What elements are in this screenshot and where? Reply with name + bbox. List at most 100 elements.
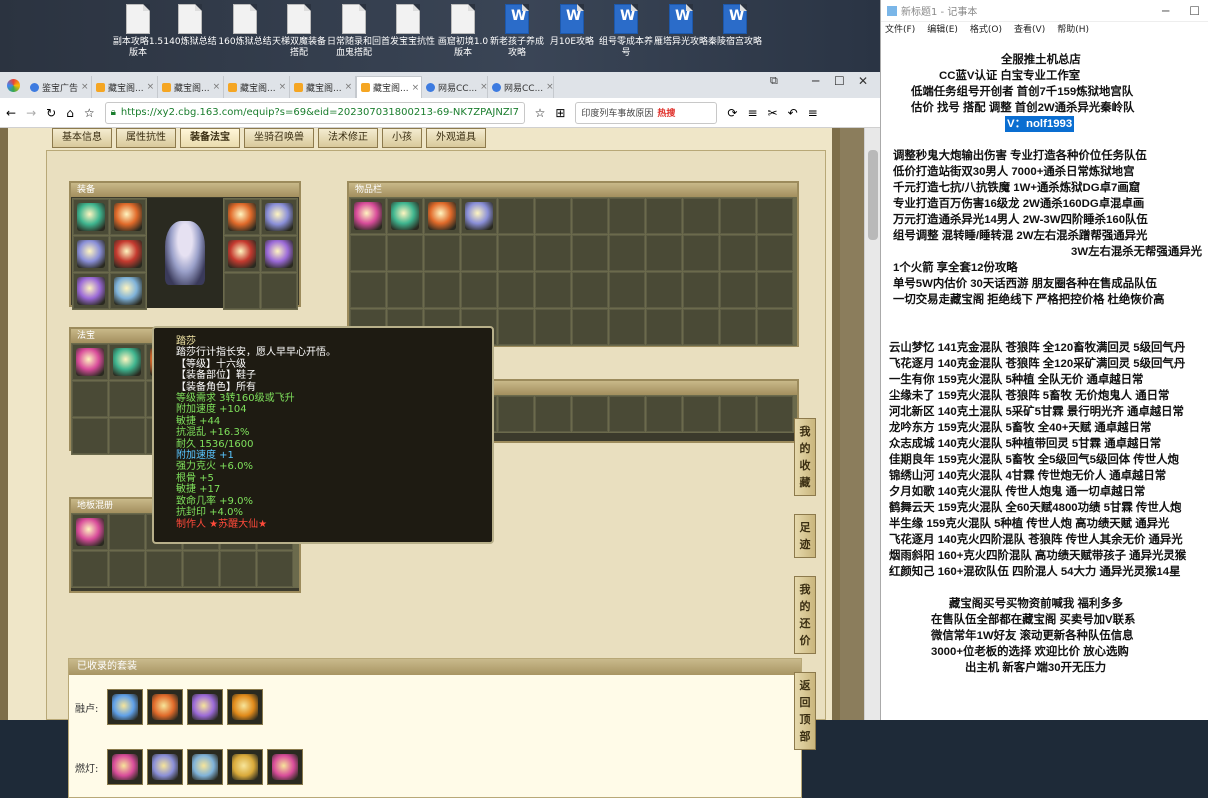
suit-item-icon[interactable] bbox=[147, 749, 183, 785]
tab-close-icon[interactable]: × bbox=[477, 82, 487, 92]
grid-slot[interactable] bbox=[72, 551, 108, 587]
grid-slot[interactable] bbox=[646, 235, 682, 271]
grid-slot[interactable] bbox=[757, 198, 793, 234]
desktop-icon[interactable]: 160炼狱总结 bbox=[217, 4, 273, 48]
notepad-menu-item[interactable]: 文件(F) bbox=[885, 22, 915, 38]
grid-slot[interactable] bbox=[110, 273, 146, 309]
grid-slot[interactable] bbox=[683, 235, 719, 271]
nav-tab[interactable]: 装备法宝 bbox=[180, 128, 240, 148]
grid-slot[interactable] bbox=[110, 199, 146, 235]
grid-slot[interactable] bbox=[72, 418, 108, 454]
grid-slot[interactable] bbox=[498, 272, 534, 308]
grid-slot[interactable] bbox=[350, 272, 386, 308]
tab-close-icon[interactable]: × bbox=[78, 82, 89, 92]
grid-slot[interactable] bbox=[350, 235, 386, 271]
notepad-maximize-icon[interactable]: ☐ bbox=[1189, 4, 1200, 18]
side-button[interactable]: 我的收藏 bbox=[794, 418, 816, 496]
grid-slot[interactable] bbox=[110, 236, 146, 272]
side-button[interactable]: 足迹 bbox=[794, 514, 816, 558]
notepad-menu-item[interactable]: 编辑(E) bbox=[927, 22, 958, 38]
grid-slot[interactable] bbox=[609, 235, 645, 271]
forward-icon[interactable]: → bbox=[26, 106, 36, 120]
grid-slot[interactable] bbox=[535, 235, 571, 271]
grid-slot[interactable] bbox=[720, 235, 756, 271]
grid-slot[interactable] bbox=[224, 236, 260, 272]
grid-slot[interactable] bbox=[609, 396, 645, 432]
search-box[interactable]: 印度列车事故原因 热搜 bbox=[575, 101, 718, 124]
page-scrollbar[interactable] bbox=[864, 128, 880, 720]
scissors-icon[interactable]: ✂ bbox=[768, 106, 778, 120]
grid-slot[interactable] bbox=[224, 199, 260, 235]
grid-slot[interactable] bbox=[461, 198, 497, 234]
star-icon[interactable]: ☆ bbox=[535, 106, 546, 120]
browser-tab[interactable]: 网易CC... × bbox=[488, 76, 554, 98]
grid-slot[interactable] bbox=[646, 309, 682, 345]
refresh-icon[interactable]: ⟳ bbox=[727, 106, 737, 120]
grid-slot[interactable] bbox=[461, 235, 497, 271]
nav-tab[interactable]: 外观道具 bbox=[426, 128, 486, 148]
notepad-menu-item[interactable]: 帮助(H) bbox=[1057, 22, 1089, 38]
grid-slot[interactable] bbox=[424, 198, 460, 234]
grid-icon[interactable]: ⊞ bbox=[555, 106, 565, 120]
desktop-icon[interactable]: 组号零成本养号 bbox=[598, 4, 654, 59]
nav-tab[interactable]: 基本信息 bbox=[52, 128, 112, 148]
new-tab-icon[interactable]: ⧉ bbox=[770, 74, 778, 88]
reload-icon[interactable]: ↻ bbox=[46, 106, 56, 120]
grid-slot[interactable] bbox=[646, 272, 682, 308]
grid-slot[interactable] bbox=[424, 235, 460, 271]
nav-tab[interactable]: 坐骑召唤兽 bbox=[244, 128, 314, 148]
grid-slot[interactable] bbox=[572, 272, 608, 308]
grid-slot[interactable] bbox=[387, 272, 423, 308]
nav-tab[interactable]: 小孩 bbox=[382, 128, 422, 148]
browser-tab[interactable]: 藏宝阁... × bbox=[290, 76, 356, 98]
menu-icon[interactable]: ≡ bbox=[747, 106, 757, 120]
browser-tab[interactable]: 藏宝阁... × bbox=[224, 76, 290, 98]
grid-slot[interactable] bbox=[720, 309, 756, 345]
grid-slot[interactable] bbox=[535, 272, 571, 308]
grid-slot[interactable] bbox=[757, 396, 793, 432]
desktop-icon[interactable]: 画窟初境1.0版本 bbox=[435, 4, 491, 59]
desktop-icon[interactable]: 雁塔异光攻略 bbox=[653, 4, 709, 48]
grid-slot[interactable] bbox=[109, 344, 145, 380]
suit-item-icon[interactable] bbox=[267, 749, 303, 785]
grid-slot[interactable] bbox=[224, 273, 260, 309]
grid-slot[interactable] bbox=[498, 396, 534, 432]
grid-slot[interactable] bbox=[646, 198, 682, 234]
suit-item-icon[interactable] bbox=[107, 749, 143, 785]
grid-slot[interactable] bbox=[261, 199, 297, 235]
grid-slot[interactable] bbox=[72, 514, 108, 550]
more-icon[interactable]: ≡ bbox=[808, 106, 818, 120]
close-icon[interactable]: ✕ bbox=[858, 74, 868, 88]
grid-slot[interactable] bbox=[257, 551, 293, 587]
notepad-menu-item[interactable]: 查看(V) bbox=[1014, 22, 1045, 38]
notepad-text-area[interactable]: 全服推土机总店 CC蓝V认证 白宝专业工作室 低端任务组号开创者 首创7千159炼狱… bbox=[881, 38, 1208, 720]
grid-slot[interactable] bbox=[757, 309, 793, 345]
desktop-icon[interactable]: 月10E攻略 bbox=[544, 4, 600, 48]
grid-slot[interactable] bbox=[261, 236, 297, 272]
grid-slot[interactable] bbox=[387, 198, 423, 234]
desktop-icon[interactable]: 秦陵宿宫攻略 bbox=[707, 4, 763, 48]
grid-slot[interactable] bbox=[72, 344, 108, 380]
grid-slot[interactable] bbox=[350, 198, 386, 234]
home-icon[interactable]: ⌂ bbox=[66, 106, 74, 120]
side-button[interactable]: 我的还价 bbox=[794, 576, 816, 654]
grid-slot[interactable] bbox=[720, 272, 756, 308]
grid-slot[interactable] bbox=[461, 272, 497, 308]
desktop-icon[interactable]: 新老孩子养成攻略 bbox=[489, 4, 545, 59]
nav-tab[interactable]: 法术修正 bbox=[318, 128, 378, 148]
grid-slot[interactable] bbox=[757, 272, 793, 308]
bookmark-icon[interactable]: ☆ bbox=[84, 106, 95, 120]
browser-tab[interactable]: 藏宝阁... × bbox=[356, 76, 422, 98]
grid-slot[interactable] bbox=[683, 272, 719, 308]
grid-slot[interactable] bbox=[109, 551, 145, 587]
grid-slot[interactable] bbox=[757, 235, 793, 271]
grid-slot[interactable] bbox=[498, 235, 534, 271]
grid-slot[interactable] bbox=[572, 396, 608, 432]
grid-slot[interactable] bbox=[109, 514, 145, 550]
suit-item-icon[interactable] bbox=[187, 749, 223, 785]
tab-close-icon[interactable]: × bbox=[144, 82, 155, 92]
grid-slot[interactable] bbox=[609, 198, 645, 234]
tab-close-icon[interactable]: × bbox=[342, 82, 353, 92]
grid-slot[interactable] bbox=[720, 198, 756, 234]
browser-tab[interactable]: 鉴宝广告 × bbox=[26, 76, 92, 98]
